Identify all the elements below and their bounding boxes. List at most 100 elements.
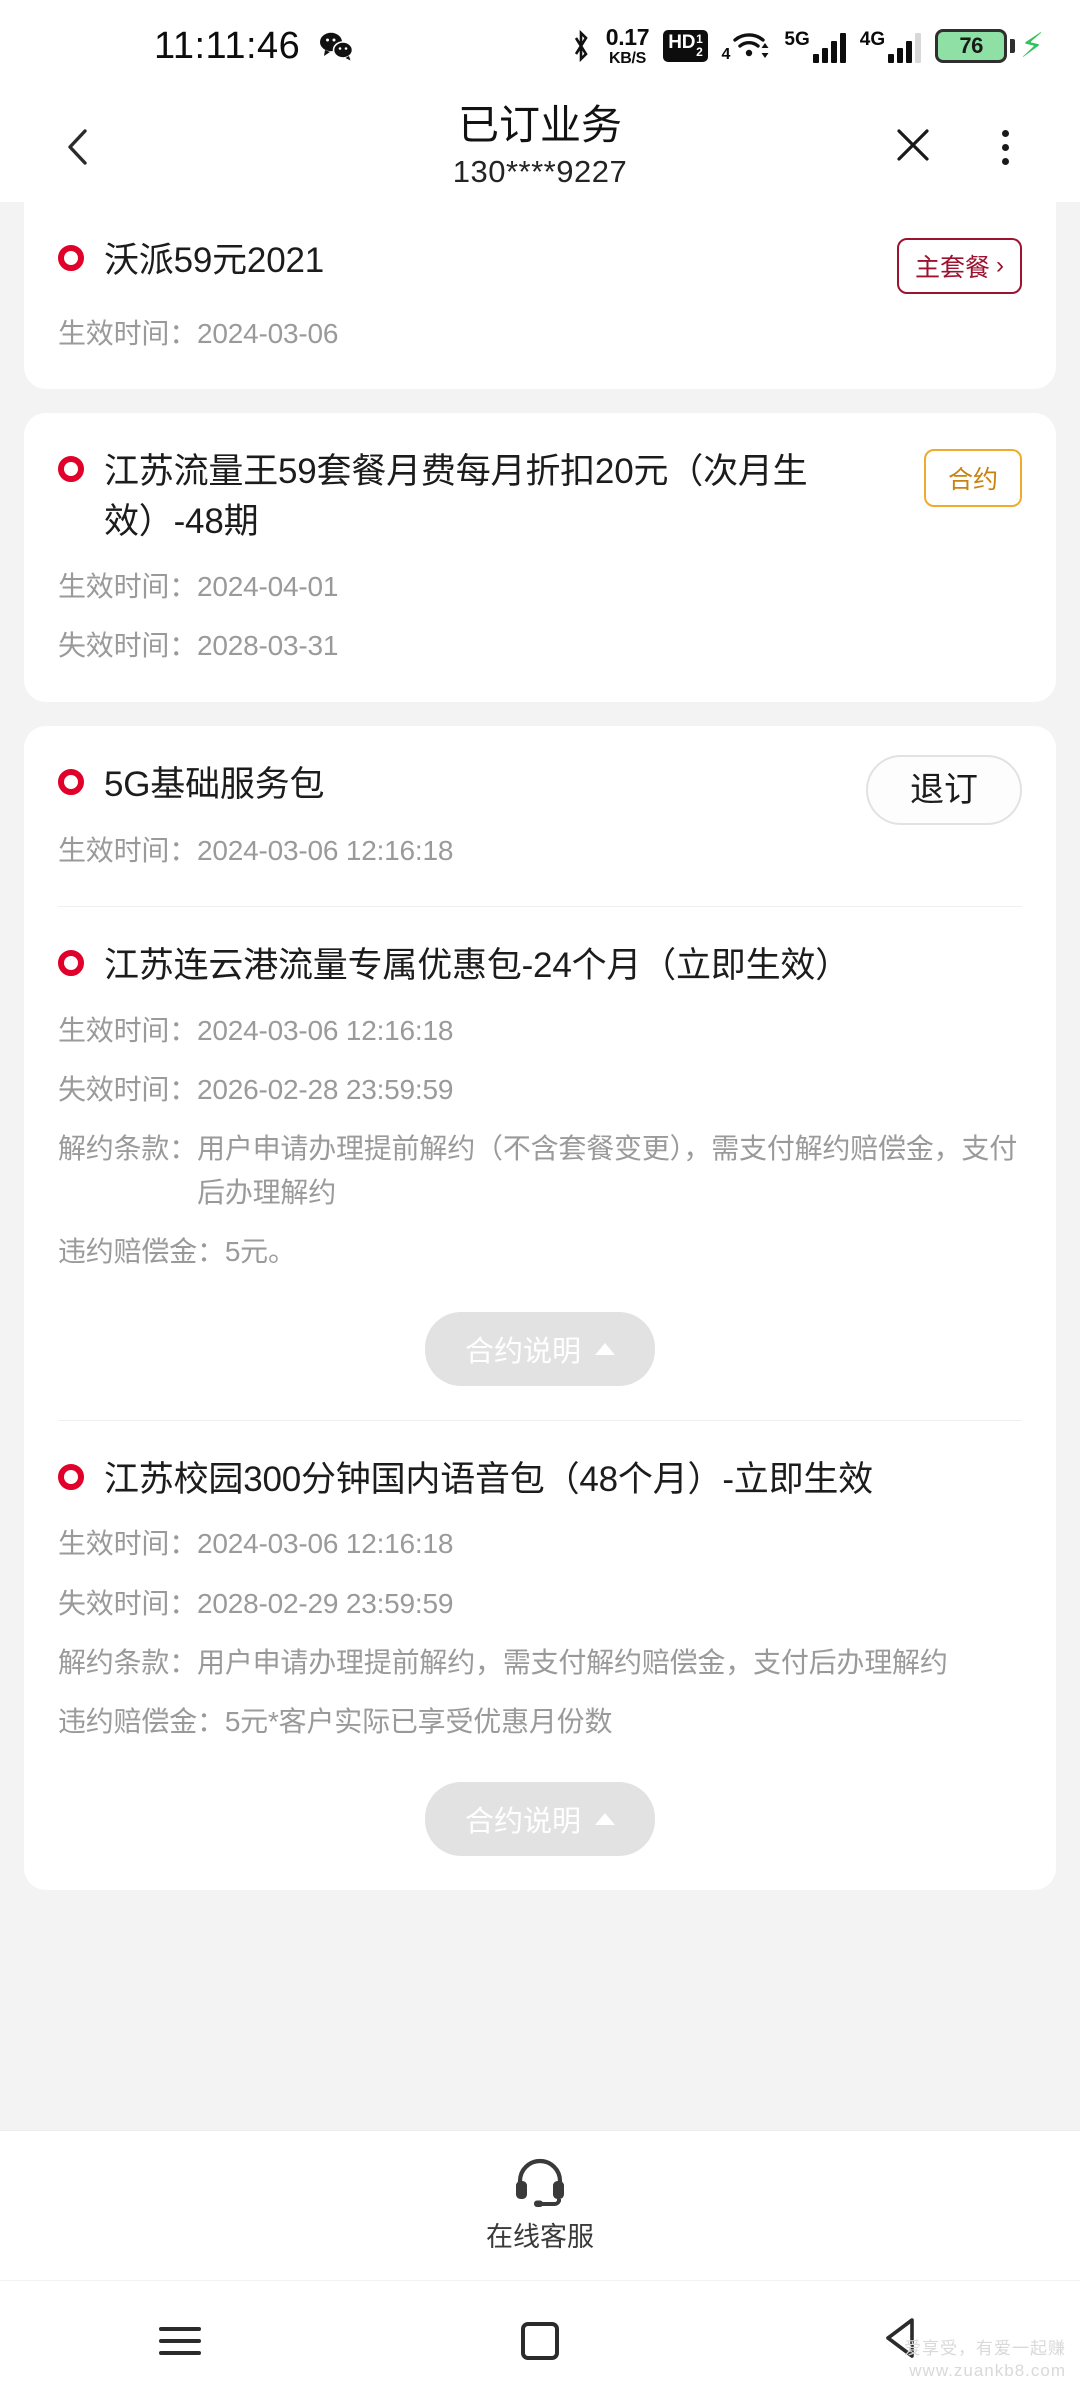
chevron-left-icon [66, 128, 88, 166]
network-speed-unit: KB/S [608, 49, 646, 67]
service-meta: 生效时间： 2024-03-06 [58, 312, 1022, 355]
header-actions [886, 120, 1032, 174]
network-speed-value: 0.17 [605, 23, 650, 50]
service-name: 江苏连云港流量专属优惠包-24个月（立即生效） [104, 945, 850, 985]
back-nav-button[interactable] [840, 2301, 960, 2381]
page-title: 已订业务 [458, 102, 622, 149]
phone-screen: 11:11:46 0.17 KB/S HD 1 2 4 5G 4G 76 ⚡ 已… [0, 0, 1080, 2400]
meta-label: 失效时间： [58, 630, 198, 662]
lightning-bolt-icon: ⚡ [1020, 27, 1044, 65]
service-item: 江苏连云港流量专属优惠包-24个月（立即生效） 生效时间： 2024-03-06… [58, 905, 1022, 1420]
home-square-icon [521, 2321, 559, 2360]
subscribed-services-list[interactable]: 沃派59元2021 主套餐 › 生效时间： 2024-03-06 江苏流量王59… [0, 202, 1080, 2130]
unsubscribe-button[interactable]: 退订 [866, 754, 1022, 825]
chevron-up-icon [595, 1812, 615, 1825]
meta-label: 生效时间： [58, 1528, 198, 1560]
battery-percent: 76 [959, 33, 983, 58]
bullet-ring-icon [58, 1463, 84, 1490]
meta-row: 生效时间： 2024-03-06 12:16:18 [58, 1522, 1022, 1565]
service-card: 5G基础服务包 退订 生效时间： 2024-03-06 12:16:18 江苏连… [24, 725, 1056, 1890]
meta-label: 生效时间： [58, 834, 198, 866]
meta-value: 2024-03-06 12:16:18 [197, 1014, 454, 1046]
service-header: 江苏流量王59套餐月费每月折扣20元（次月生效）-48期 合约 [58, 447, 1022, 546]
meta-row: 生效时间： 2024-03-06 [58, 312, 1022, 355]
service-name: 江苏校园300分钟国内语音包（48个月）-立即生效 [104, 1459, 873, 1499]
meta-value: 2024-03-06 12:16:18 [197, 1528, 454, 1560]
service-item: 江苏校园300分钟国内语音包（48个月）-立即生效 生效时间： 2024-03-… [58, 1419, 1022, 1890]
service-header: 江苏连云港流量专属优惠包-24个月（立即生效） [58, 941, 1022, 991]
recents-button[interactable] [120, 2301, 240, 2381]
wifi-sub-label: 4 [721, 45, 731, 63]
service-header: 5G基础服务包 退订 [58, 754, 1022, 825]
meta-label: 生效时间： [58, 318, 198, 349]
contract-desc-wrap: 合约说明 [58, 1311, 1022, 1386]
sim2-network-label: 4G [859, 28, 886, 50]
hd-sim-indices: 1 2 [696, 33, 703, 58]
meta-label: 生效时间： [58, 1014, 198, 1046]
app-header: 已订业务 130****9227 [0, 92, 1080, 202]
wifi-indicator: 4 [722, 29, 771, 64]
meta-label: 失效时间： [58, 1074, 198, 1106]
sim2-signal: 4G [859, 28, 922, 63]
meta-value: 5元*客户实际已享受优惠月份数 [224, 1706, 613, 1738]
wifi-icon [732, 29, 770, 64]
meta-value: 5元。 [224, 1236, 296, 1268]
hd-voice-icon: HD 1 2 [663, 30, 708, 62]
service-action: 主套餐 › [896, 236, 1022, 294]
sim1-bars-icon [812, 32, 846, 63]
bluetooth-icon [570, 29, 592, 63]
meta-value: 2026-02-28 23:59:59 [197, 1074, 454, 1106]
meta-row: 解约条款： 用户申请办理提前解约（不含套餐变更），需支付解约赔偿金，支付后办理解… [58, 1127, 1022, 1214]
sim2-bars-icon [888, 32, 922, 63]
meta-row: 生效时间： 2024-03-06 12:16:18 [58, 829, 1022, 872]
contract-badge: 合约 [923, 449, 1022, 508]
service-item: 沃派59元2021 主套餐 › 生效时间： 2024-03-06 [58, 202, 1022, 389]
service-card: 沃派59元2021 主套餐 › 生效时间： 2024-03-06 [24, 202, 1056, 390]
service-name: 5G基础服务包 [104, 764, 325, 804]
service-name: 沃派59元2021 [104, 241, 324, 280]
more-options-button[interactable] [978, 120, 1032, 174]
meta-row: 失效时间： 2028-02-29 23:59:59 [58, 1582, 1022, 1625]
meta-row: 失效时间： 2026-02-28 23:59:59 [58, 1068, 1022, 1111]
service-meta: 生效时间： 2024-03-06 12:16:18 失效时间： 2028-02-… [58, 1522, 1022, 1744]
meta-row: 解约条款： 用户申请办理提前解约，需支付解约赔偿金，支付后办理解约 [58, 1641, 1022, 1684]
online-service-label: 在线客服 [486, 2222, 594, 2252]
battery-indicator: 76 ⚡ [935, 29, 1044, 63]
meta-label: 违约赔偿金： [58, 1236, 225, 1268]
android-nav-bar: 爱享受，有爱一起赚 www.zuankb8.com [0, 2280, 1080, 2400]
home-button[interactable] [480, 2301, 600, 2381]
close-icon [893, 125, 933, 170]
contract-description-button[interactable]: 合约说明 [424, 1781, 655, 1856]
meta-label: 生效时间： [58, 570, 198, 602]
main-package-badge[interactable]: 主套餐 › [896, 238, 1022, 294]
meta-value: 用户申请办理提前解约，需支付解约赔偿金，支付后办理解约 [197, 1647, 948, 1679]
menu-icon [159, 2326, 201, 2355]
bullet-ring-icon [58, 949, 84, 976]
online-service-bar[interactable]: 在线客服 [0, 2130, 1080, 2280]
bullet-ring-icon [58, 245, 84, 271]
meta-row: 生效时间： 2024-03-06 12:16:18 [58, 1009, 1022, 1052]
meta-label: 失效时间： [58, 1587, 198, 1619]
hd-label: HD [668, 32, 696, 54]
service-meta: 生效时间： 2024-03-06 12:16:18 [58, 829, 1022, 872]
more-vertical-icon [1001, 129, 1009, 165]
meta-label: 违约赔偿金： [58, 1706, 225, 1738]
status-time: 11:11:46 [154, 24, 301, 67]
service-meta: 生效时间： 2024-03-06 12:16:18 失效时间： 2026-02-… [58, 1009, 1022, 1274]
main-package-badge-label: 主套餐 [914, 254, 990, 282]
close-button[interactable] [886, 120, 940, 174]
service-name: 江苏流量王59套餐月费每月折扣20元（次月生效）-48期 [104, 452, 808, 542]
meta-value: 2028-03-31 [197, 630, 339, 662]
back-button[interactable] [48, 118, 106, 176]
meta-row: 违约赔偿金： 5元。 [58, 1230, 1022, 1273]
contract-description-button[interactable]: 合约说明 [424, 1311, 655, 1386]
back-triangle-icon [882, 2317, 918, 2364]
meta-row: 失效时间： 2028-03-31 [58, 624, 1022, 667]
meta-value: 2024-03-06 [197, 318, 339, 349]
meta-row: 生效时间： 2024-04-01 [58, 565, 1022, 608]
meta-row: 违约赔偿金： 5元*客户实际已享受优惠月份数 [58, 1700, 1022, 1743]
meta-value: 2024-03-06 12:16:18 [197, 834, 454, 866]
meta-value: 用户申请办理提前解约（不含套餐变更），需支付解约赔偿金，支付后办理解约 [197, 1133, 1018, 1208]
chevron-up-icon [595, 1342, 615, 1355]
status-bar-left: 11:11:46 [154, 25, 354, 68]
